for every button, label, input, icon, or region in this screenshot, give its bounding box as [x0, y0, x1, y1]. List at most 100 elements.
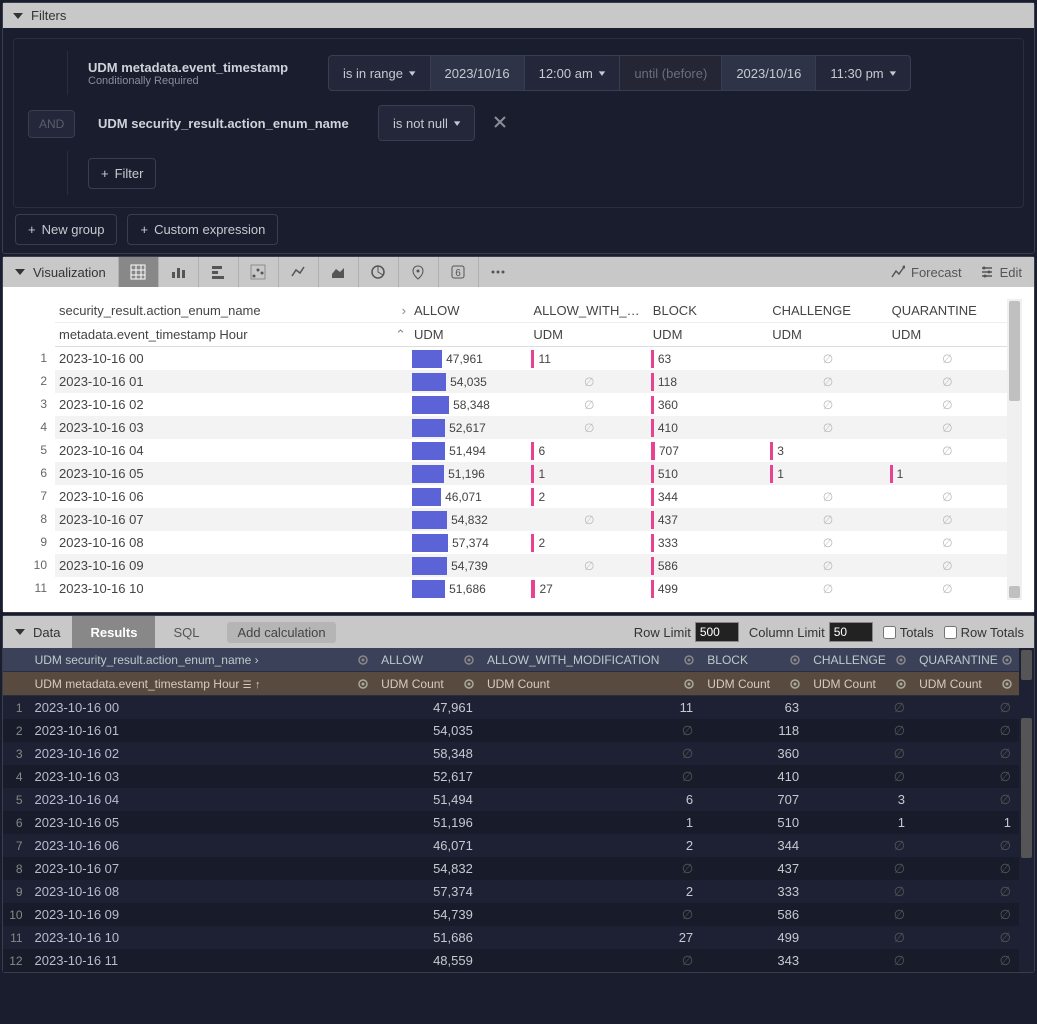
data-col-header[interactable]: QUARANTINE	[913, 653, 1019, 667]
gear-icon[interactable]	[463, 654, 475, 666]
table-row[interactable]: 2023-10-16 0258,348∅360∅∅	[55, 393, 1007, 416]
gear-icon[interactable]	[1001, 654, 1013, 666]
data-dimension-label[interactable]: UDM metadata.event_timestamp Hour ☰ ↑	[29, 677, 376, 691]
gear-icon[interactable]	[683, 654, 695, 666]
table-row[interactable]: 2023-10-16 0154,035∅118∅∅	[55, 370, 1007, 393]
custom-expression-button[interactable]: +Custom expression	[127, 214, 278, 245]
table-row[interactable]: 62023-10-16 0551,196151011	[3, 811, 1019, 834]
table-row[interactable]: 42023-10-16 0352,617∅410∅∅	[3, 765, 1019, 788]
data-col-header[interactable]: ALLOW_WITH_MODIFICATION	[481, 653, 701, 667]
table-row[interactable]: 2023-10-16 0857,3742333∅∅	[55, 531, 1007, 554]
viz-col-header[interactable]: CHALLENGE	[768, 303, 887, 318]
data-measure-label[interactable]: UDM Count	[807, 677, 913, 691]
timestamp-cell: 2023-10-16 11	[29, 953, 375, 968]
forecast-button[interactable]: Forecast	[891, 265, 962, 280]
data-pivot-label[interactable]: UDM security_result.action_enum_name ›	[29, 653, 376, 667]
row-totals-checkbox[interactable]: Row Totals	[944, 625, 1024, 640]
filter-time-start[interactable]: 12:00 am ▾	[525, 55, 621, 91]
filter-op-select[interactable]: is not null ▾	[378, 105, 475, 141]
data-col-header[interactable]: BLOCK	[701, 653, 807, 667]
chevron-right-icon[interactable]: ›	[402, 303, 406, 318]
viz-type-bar[interactable]	[198, 257, 238, 287]
viz-col-header[interactable]: ALLOW_WITH_…	[529, 303, 648, 318]
gear-icon[interactable]	[357, 678, 369, 690]
viz-type-line[interactable]	[278, 257, 318, 287]
gear-icon[interactable]	[789, 654, 801, 666]
gear-icon[interactable]	[895, 678, 907, 690]
data-col-header[interactable]: CHALLENGE	[807, 653, 913, 667]
new-group-button[interactable]: +New group	[15, 214, 117, 245]
viz-type-area[interactable]	[318, 257, 358, 287]
gear-icon[interactable]	[683, 678, 695, 690]
table-row[interactable]: 92023-10-16 0857,3742333∅∅	[3, 880, 1019, 903]
viz-type-single-value[interactable]: 6	[438, 257, 478, 287]
table-row[interactable]: 2023-10-16 0451,49467073∅	[55, 439, 1007, 462]
table-row[interactable]: 2023-10-16 0551,196151011	[55, 462, 1007, 485]
table-row[interactable]: 2023-10-16 0352,617∅410∅∅	[55, 416, 1007, 439]
scrollbar[interactable]	[1007, 299, 1022, 600]
filter-date-end[interactable]: 2023/10/16	[722, 55, 816, 91]
row-number: 5	[3, 793, 29, 807]
timestamp-cell: 2023-10-16 02	[55, 397, 410, 412]
filter-time-end[interactable]: 11:30 pm ▾	[816, 55, 911, 91]
value-cell: 46,071	[375, 838, 481, 853]
forecast-icon	[891, 265, 905, 279]
table-row[interactable]: 2023-10-16 1051,68627499∅∅	[55, 577, 1007, 600]
column-limit-input[interactable]	[829, 622, 873, 642]
tab-results[interactable]: Results	[72, 616, 155, 648]
add-calculation-button[interactable]: Add calculation	[227, 622, 335, 643]
value-cell: ∅	[888, 421, 1007, 435]
data-measure-label[interactable]: UDM Count	[701, 677, 807, 691]
visualization-collapse[interactable]: Visualization	[3, 260, 118, 285]
gear-icon[interactable]	[789, 678, 801, 690]
data-measure-label[interactable]: UDM Count	[375, 677, 481, 691]
value-cell: 1	[913, 815, 1019, 830]
add-filter-button[interactable]: + Filter	[88, 158, 156, 189]
tab-sql[interactable]: SQL	[155, 616, 217, 648]
table-row[interactable]: 32023-10-16 0258,348∅360∅∅	[3, 742, 1019, 765]
table-row[interactable]: 22023-10-16 0154,035∅118∅∅	[3, 719, 1019, 742]
viz-type-column[interactable]	[158, 257, 198, 287]
viz-type-table[interactable]	[118, 257, 158, 287]
filter-op-select[interactable]: is in range ▾	[328, 55, 431, 91]
viz-type-map[interactable]	[398, 257, 438, 287]
table-row[interactable]: 102023-10-16 0954,739∅586∅∅	[3, 903, 1019, 926]
gear-icon[interactable]	[357, 654, 369, 666]
gear-icon[interactable]	[1001, 678, 1013, 690]
totals-checkbox[interactable]: Totals	[883, 625, 934, 640]
remove-filter-button[interactable]	[485, 111, 515, 136]
plus-icon: +	[101, 166, 109, 181]
gear-icon[interactable]	[895, 654, 907, 666]
gear-icon[interactable]	[463, 678, 475, 690]
viz-type-more[interactable]	[478, 257, 518, 287]
viz-col-header[interactable]: ALLOW	[410, 303, 529, 318]
plus-icon: +	[28, 222, 36, 237]
table-row[interactable]: 2023-10-16 0047,9611163∅∅	[55, 347, 1007, 370]
table-row[interactable]: 2023-10-16 0646,0712344∅∅	[55, 485, 1007, 508]
table-row[interactable]: 2023-10-16 0954,739∅586∅∅	[55, 554, 1007, 577]
table-row[interactable]: 2023-10-16 0754,832∅437∅∅	[55, 508, 1007, 531]
data-collapse[interactable]: Data	[3, 620, 72, 645]
data-measure-label[interactable]: UDM Count	[913, 677, 1019, 691]
filter-date-start[interactable]: 2023/10/16	[431, 55, 525, 91]
scrollbar[interactable]	[1019, 648, 1034, 972]
viz-type-pie[interactable]	[358, 257, 398, 287]
table-row[interactable]: 52023-10-16 0451,49467073∅	[3, 788, 1019, 811]
viz-col-header[interactable]: BLOCK	[649, 303, 768, 318]
table-row[interactable]: 72023-10-16 0646,0712344∅∅	[3, 834, 1019, 857]
chevron-up-icon[interactable]: ⌃	[395, 327, 406, 343]
table-row[interactable]: 122023-10-16 1148,559∅343∅∅	[3, 949, 1019, 972]
table-row[interactable]: 12023-10-16 0047,9611163∅∅	[3, 696, 1019, 719]
data-measure-label[interactable]: UDM Count	[481, 677, 701, 691]
table-row[interactable]: 112023-10-16 1051,68627499∅∅	[3, 926, 1019, 949]
edit-button[interactable]: Edit	[980, 265, 1022, 280]
timestamp-cell: 2023-10-16 03	[29, 769, 375, 784]
filters-header[interactable]: Filters	[3, 3, 1034, 28]
data-col-header[interactable]: ALLOW	[375, 653, 481, 667]
table-row[interactable]: 82023-10-16 0754,832∅437∅∅	[3, 857, 1019, 880]
viz-type-scatter[interactable]	[238, 257, 278, 287]
row-limit-input[interactable]	[695, 622, 739, 642]
value-cell: 2	[481, 838, 701, 853]
row-number: 2	[3, 724, 29, 738]
viz-col-header[interactable]: QUARANTINE	[888, 303, 1007, 318]
